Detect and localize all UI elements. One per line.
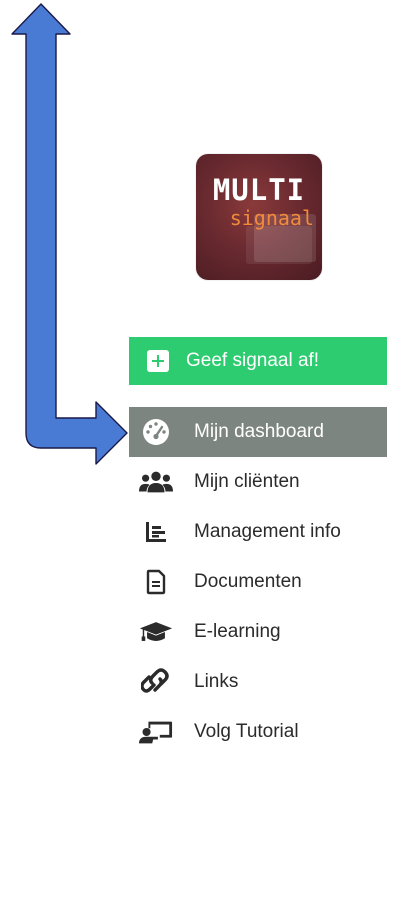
sidebar-menu: Mijn dashboard Mijn cliënten Management … [129,407,387,757]
logo-subtitle: signaal [229,206,314,230]
sidebar-item-label: Management info [194,521,341,542]
bar-chart-icon [139,517,173,547]
sidebar-item-label: E-learning [194,621,281,642]
sidebar-item-label: Documenten [194,571,302,592]
sidebar-item-management-info[interactable]: Management info [129,507,387,557]
graduation-cap-icon [139,617,173,647]
plus-square-icon [147,350,169,372]
sidebar-item-tutorial[interactable]: Volg Tutorial [129,707,387,757]
give-signal-label: Geef signaal af! [186,350,320,371]
logo-title: MULTI [212,173,306,207]
users-icon [139,467,173,497]
sidebar-item-dashboard[interactable]: Mijn dashboard [129,407,387,457]
sidebar-item-label: Volg Tutorial [194,721,299,742]
multisignaal-logo: MULTI signaal [196,154,322,280]
give-signal-button[interactable]: Geef signaal af! [129,337,387,385]
sidebar-item-documents[interactable]: Documenten [129,557,387,607]
sidebar-item-clients[interactable]: Mijn cliënten [129,457,387,507]
presentation-icon [139,717,173,747]
link-icon [139,667,173,697]
sidebar-item-links[interactable]: Links [129,657,387,707]
document-icon [139,567,173,597]
sidebar-item-elearning[interactable]: E-learning [129,607,387,657]
dashboard-gauge-icon [139,417,173,447]
sidebar-item-label: Links [194,671,239,692]
sidebar-item-label: Mijn cliënten [194,471,300,492]
sidebar-item-label: Mijn dashboard [194,421,324,442]
